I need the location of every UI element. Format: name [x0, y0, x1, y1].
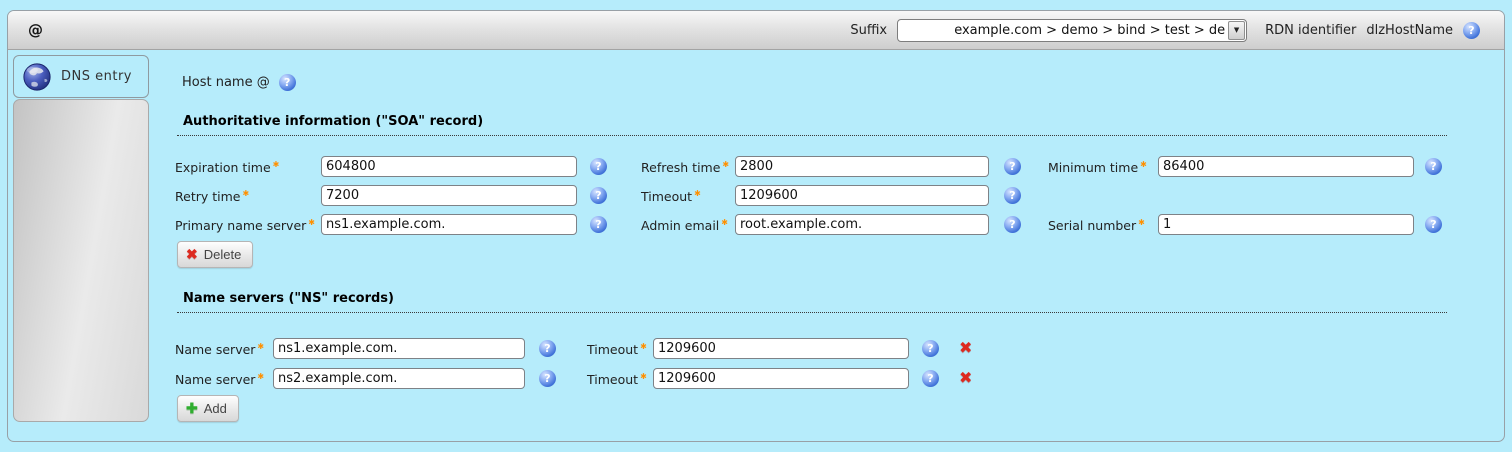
tab-dns-entry-label: DNS entry: [61, 69, 132, 84]
refresh-time-label: Refresh time✱: [641, 160, 729, 175]
entry-title: @: [28, 21, 43, 39]
admin-email-label: Admin email✱: [641, 218, 728, 233]
help-icon[interactable]: ?: [590, 158, 607, 175]
minimum-time-label: Minimum time✱: [1048, 160, 1147, 175]
main-content: Host name @ ? Authoritative information …: [171, 11, 1500, 441]
required-icon: ✱: [257, 372, 264, 381]
help-icon[interactable]: ?: [1004, 216, 1021, 233]
required-icon: ✱: [1140, 160, 1147, 169]
help-icon[interactable]: ?: [922, 370, 939, 387]
delete-button-label: Delete: [204, 247, 242, 262]
ns-timeout-input[interactable]: [653, 338, 909, 359]
soa-row-1: Expiration time✱ ? Refresh time✱ ? Minim…: [171, 156, 1471, 185]
name-server-label: Name server✱: [175, 372, 264, 387]
help-icon[interactable]: ?: [539, 340, 556, 357]
ns-row-1: Name server✱ ? Timeout✱ ? ✖: [171, 338, 1471, 367]
timeout-label: Timeout✱: [641, 189, 701, 204]
help-icon[interactable]: ?: [1004, 187, 1021, 204]
add-plus-icon: ✚: [186, 400, 198, 417]
required-icon: ✱: [257, 342, 264, 351]
timeout-input[interactable]: [735, 185, 989, 206]
ns-section-heading: Name servers ("NS" records): [177, 291, 1447, 313]
ns-timeout-label: Timeout✱: [587, 372, 647, 387]
retry-time-input[interactable]: [321, 185, 577, 206]
sidebar-panel: [13, 99, 149, 422]
required-icon: ✱: [242, 189, 249, 198]
help-icon[interactable]: ?: [1004, 158, 1021, 175]
retry-time-label: Retry time✱: [175, 189, 249, 204]
required-icon: ✱: [308, 218, 315, 227]
help-icon[interactable]: ?: [1425, 158, 1442, 175]
required-icon: ✱: [722, 160, 729, 169]
remove-row-icon[interactable]: ✖: [959, 338, 972, 357]
dns-entry-window: @ Suffix example.com > demo > bind > tes…: [7, 10, 1505, 442]
delete-button[interactable]: ✖ Delete: [177, 241, 253, 268]
help-icon[interactable]: ?: [590, 187, 607, 204]
tab-dns-entry[interactable]: DNS entry: [13, 55, 149, 98]
serial-number-input[interactable]: [1158, 214, 1414, 235]
name-server-input[interactable]: [273, 338, 525, 359]
help-icon[interactable]: ?: [922, 340, 939, 357]
add-button-label: Add: [204, 401, 227, 416]
serial-number-label: Serial number✱: [1048, 218, 1145, 233]
primary-name-server-input[interactable]: [321, 214, 577, 235]
host-name-row: Host name @ ?: [182, 74, 296, 91]
add-button[interactable]: ✚ Add: [177, 395, 239, 422]
required-icon: ✱: [640, 342, 647, 351]
ns-timeout-input[interactable]: [653, 368, 909, 389]
admin-email-input[interactable]: [735, 214, 989, 235]
help-icon[interactable]: ?: [590, 216, 607, 233]
name-server-label: Name server✱: [175, 342, 264, 357]
ns-row-2: Name server✱ ? Timeout✱ ? ✖: [171, 368, 1471, 397]
help-icon[interactable]: ?: [539, 370, 556, 387]
ns-timeout-label: Timeout✱: [587, 342, 647, 357]
help-icon[interactable]: ?: [279, 74, 296, 91]
remove-row-icon[interactable]: ✖: [959, 368, 972, 387]
soa-section-heading: Authoritative information ("SOA" record): [177, 114, 1447, 136]
host-name-label: Host name @: [182, 75, 270, 90]
required-icon: ✱: [721, 218, 728, 227]
minimum-time-input[interactable]: [1158, 156, 1414, 177]
required-icon: ✱: [694, 189, 701, 198]
expiration-time-label: Expiration time✱: [175, 160, 279, 175]
required-icon: ✱: [1138, 218, 1145, 227]
expiration-time-input[interactable]: [321, 156, 577, 177]
refresh-time-input[interactable]: [735, 156, 989, 177]
required-icon: ✱: [273, 160, 280, 169]
name-server-input[interactable]: [273, 368, 525, 389]
primary-name-server-label: Primary name server✱: [175, 218, 315, 233]
delete-x-icon: ✖: [186, 246, 198, 263]
soa-row-3: Primary name server✱ ? Admin email✱ ? Se…: [171, 214, 1471, 243]
globe-icon: [22, 62, 52, 92]
required-icon: ✱: [640, 372, 647, 381]
soa-row-2: Retry time✱ ? Timeout✱ ?: [171, 185, 1471, 214]
help-icon[interactable]: ?: [1425, 216, 1442, 233]
